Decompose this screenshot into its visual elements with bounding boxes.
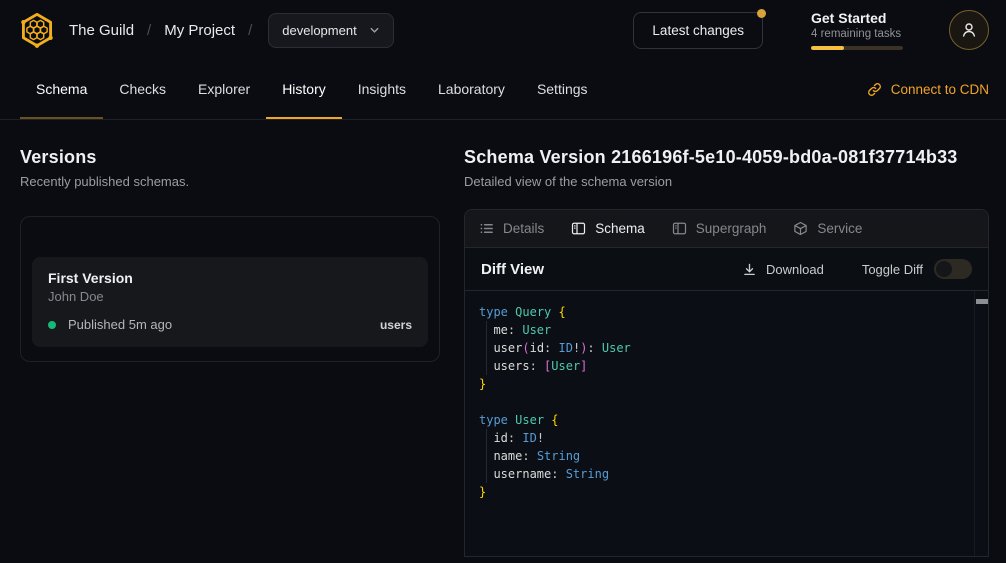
editor-scrollbar[interactable] [974, 291, 988, 556]
nav-tab-laboratory[interactable]: Laboratory [422, 60, 521, 119]
schema-code-editor[interactable]: type Query { me: User user(id: ID!): Use… [465, 291, 988, 556]
versions-list: First Version John Doe Published 5m ago … [20, 216, 440, 362]
indent-guide [486, 321, 487, 375]
version-name: First Version [48, 270, 412, 286]
list-icon [479, 221, 494, 236]
nav-tab-settings[interactable]: Settings [521, 60, 604, 119]
get-started-widget[interactable]: Get Started 4 remaining tasks [811, 10, 903, 50]
published-status-text: Published 5m ago [68, 317, 172, 332]
download-icon [742, 262, 757, 277]
get-started-progress-fill [811, 46, 844, 50]
connect-to-cdn-link[interactable]: Connect to CDN [867, 60, 989, 119]
code-line: users: [User] [479, 357, 968, 375]
breadcrumb-separator: / [147, 22, 151, 39]
panel-tab-label: Details [503, 221, 544, 236]
code-line [479, 393, 968, 411]
latest-changes-label: Latest changes [652, 23, 744, 38]
chevron-down-icon [369, 25, 380, 36]
app-header: The Guild / My Project / development Lat… [0, 0, 1006, 60]
code-line: username: String [479, 465, 968, 483]
download-button[interactable]: Download [742, 262, 824, 277]
download-label: Download [766, 262, 824, 277]
code-line: name: String [479, 447, 968, 465]
panel-icon [672, 221, 687, 236]
diff-view-header: Diff View Download Toggle Diff [465, 248, 988, 291]
nav-tab-schema[interactable]: Schema [20, 60, 103, 119]
hive-logo-icon[interactable] [18, 11, 56, 49]
code-line: id: ID! [479, 429, 968, 447]
target-selector-value: development [282, 23, 356, 38]
breadcrumb-separator: / [248, 22, 252, 39]
panel-tab-service[interactable]: Service [793, 221, 862, 236]
breadcrumb-project[interactable]: My Project [164, 22, 235, 39]
code-lines: type Query { me: User user(id: ID!): Use… [479, 303, 968, 501]
versions-subtitle: Recently published schemas. [20, 174, 440, 189]
toggle-diff-switch[interactable] [934, 259, 972, 279]
version-list-item[interactable]: First Version John Doe Published 5m ago … [32, 257, 428, 347]
panel-tab-label: Schema [595, 221, 645, 236]
latest-changes-button[interactable]: Latest changes [633, 12, 763, 49]
version-meta-row: Published 5m ago users [48, 317, 412, 332]
breadcrumb-org[interactable]: The Guild [69, 22, 134, 39]
panel-tab-label: Supergraph [696, 221, 767, 236]
code-line: me: User [479, 321, 968, 339]
notification-dot [757, 9, 766, 18]
code-line: user(id: ID!): User [479, 339, 968, 357]
nav-tabs: SchemaChecksExplorerHistoryInsightsLabor… [20, 60, 604, 119]
connect-to-cdn-label: Connect to CDN [891, 82, 989, 97]
project-tab-bar: SchemaChecksExplorerHistoryInsightsLabor… [0, 60, 1006, 120]
schema-version-panel: Details Schema Supergraph Service Diff View… [464, 209, 989, 557]
avatar-button[interactable] [949, 10, 989, 50]
versions-section: Versions Recently published schemas. Fir… [20, 147, 440, 557]
get-started-subtitle: 4 remaining tasks [811, 28, 903, 40]
get-started-progress-track [811, 46, 903, 50]
panel-tab-label: Service [817, 221, 862, 236]
person-icon [960, 21, 978, 39]
panel-tabs: Details Schema Supergraph Service [465, 210, 988, 248]
editor-scrollbar-thumb[interactable] [976, 299, 988, 304]
get-started-title: Get Started [811, 10, 903, 26]
schema-version-section: Schema Version 2166196f-5e10-4059-bd0a-0… [464, 147, 989, 557]
service-badge: users [380, 318, 412, 332]
published-status-icon [48, 321, 56, 329]
nav-tab-checks[interactable]: Checks [103, 60, 182, 119]
nav-tab-explorer[interactable]: Explorer [182, 60, 266, 119]
schema-version-subtitle: Detailed view of the schema version [464, 174, 989, 189]
toggle-knob [936, 261, 952, 277]
code-line: } [479, 375, 968, 393]
diff-view-title: Diff View [481, 261, 544, 278]
versions-title: Versions [20, 147, 440, 168]
indent-guide [486, 429, 487, 483]
code-line: } [479, 483, 968, 501]
link-icon [867, 82, 882, 97]
toggle-diff-label: Toggle Diff [862, 262, 923, 277]
code-line: type Query { [479, 303, 968, 321]
schema-version-title: Schema Version 2166196f-5e10-4059-bd0a-0… [464, 147, 989, 168]
panel-tab-supergraph[interactable]: Supergraph [672, 221, 767, 236]
version-author: John Doe [48, 289, 412, 304]
cube-icon [793, 221, 808, 236]
nav-tab-history[interactable]: History [266, 60, 342, 119]
target-selector[interactable]: development [268, 13, 393, 48]
panel-icon [571, 221, 586, 236]
panel-tab-details[interactable]: Details [479, 221, 544, 236]
panel-tab-schema[interactable]: Schema [571, 221, 645, 236]
code-line: type User { [479, 411, 968, 429]
main-content: Versions Recently published schemas. Fir… [0, 120, 1006, 557]
nav-tab-insights[interactable]: Insights [342, 60, 422, 119]
